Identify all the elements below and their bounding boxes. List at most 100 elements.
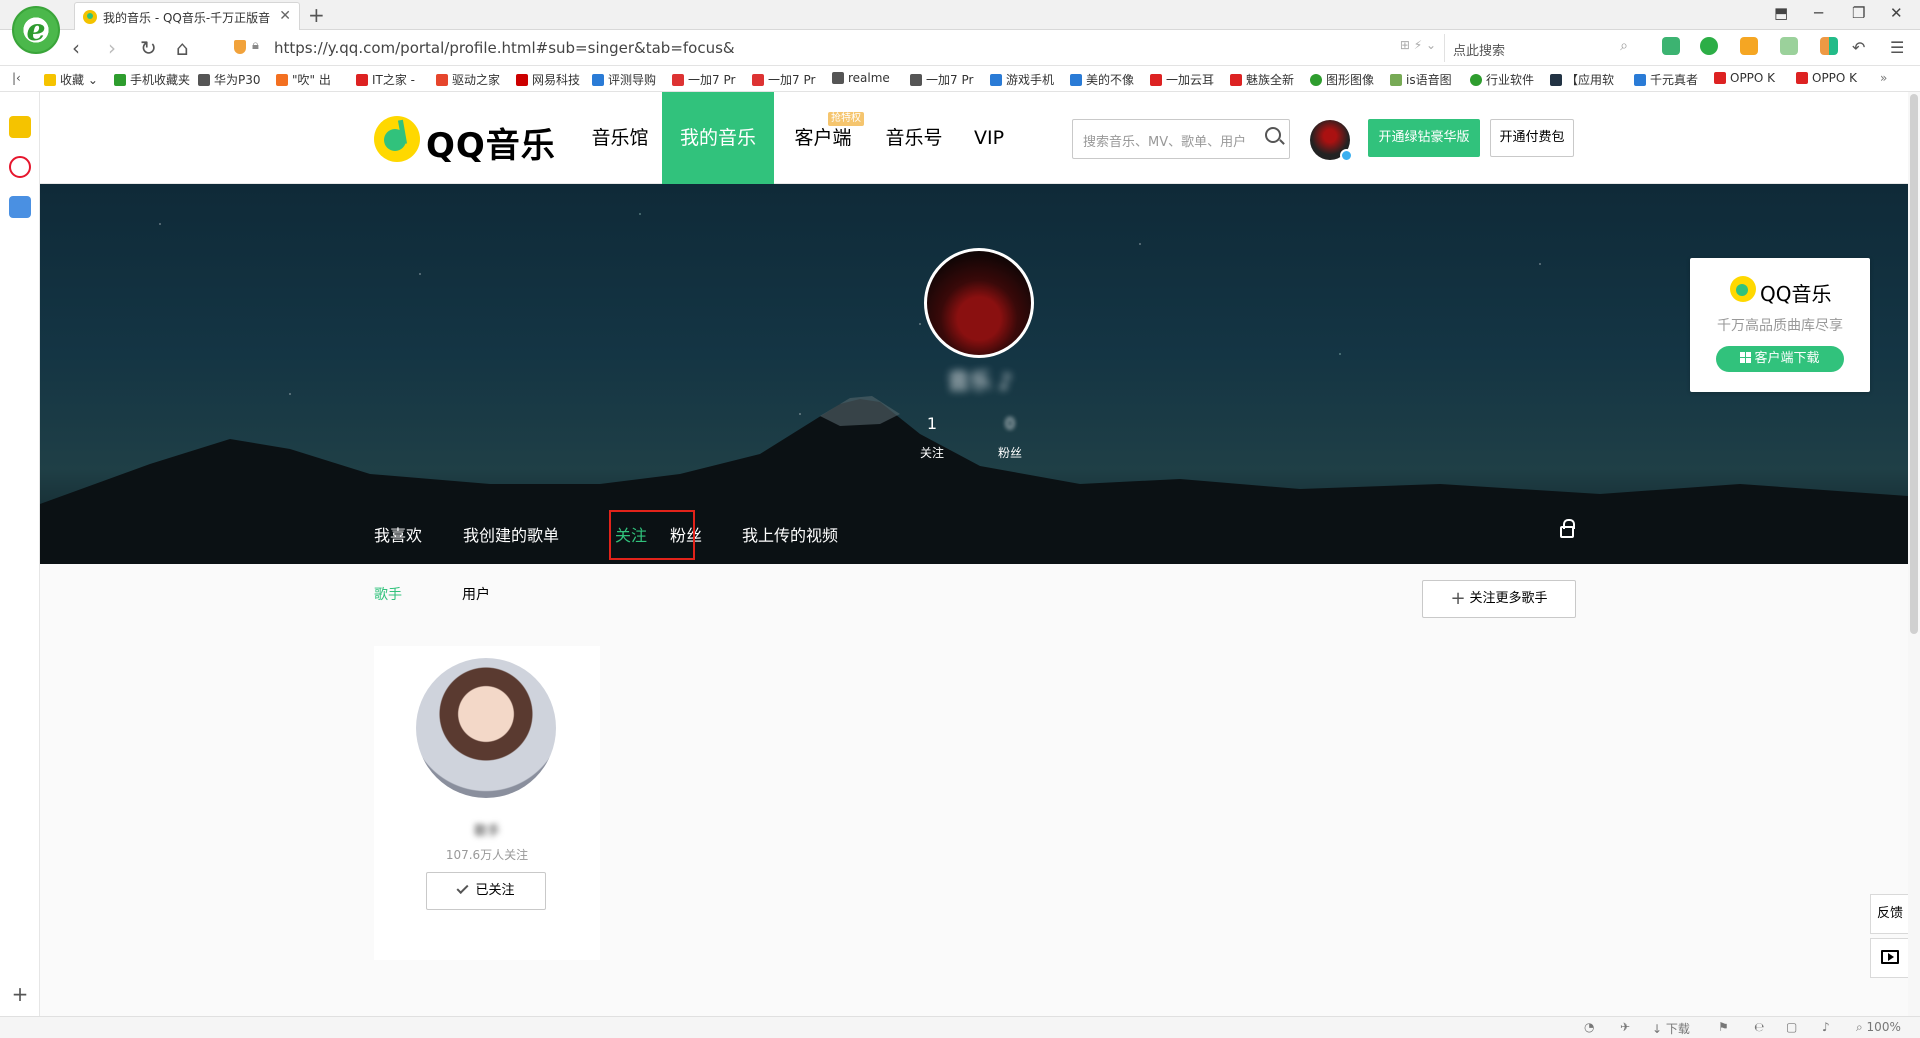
scrollbar-thumb[interactable] bbox=[1910, 94, 1918, 634]
new-tab-icon[interactable]: + bbox=[308, 3, 325, 27]
address-bar[interactable]: 🔒︎ https://y.qq.com/portal/profile.html#… bbox=[226, 35, 1436, 61]
bookmark-item[interactable]: 一加7 Pr bbox=[752, 71, 815, 88]
nav-vip[interactable]: VIP bbox=[964, 92, 1014, 184]
zoom-level[interactable]: ⌕ 100% bbox=[1856, 1020, 1901, 1035]
url-text[interactable]: https://y.qq.com/portal/profile.html#sub… bbox=[274, 39, 735, 57]
site-logo-text[interactable]: QQ音乐 bbox=[426, 118, 556, 167]
fans-label[interactable]: 粉丝 bbox=[990, 444, 1030, 461]
qq-music-logo-icon bbox=[1730, 276, 1756, 302]
refresh-icon[interactable]: ↻ bbox=[140, 36, 157, 60]
profile-banner: 音乐 ♪ 1 关注 0 粉丝 我喜欢 我创建的歌单 关注 粉丝 我上传的视频 bbox=[40, 184, 1908, 564]
address-tools-icon[interactable]: ⊞ ⚡ ⌄ bbox=[1400, 38, 1436, 52]
bookmark-item[interactable]: 评测导购 bbox=[592, 71, 656, 88]
browser-tab[interactable]: 我的音乐 - QQ音乐-千万正版音 ✕ bbox=[74, 2, 300, 30]
following-label[interactable]: 关注 bbox=[912, 444, 952, 461]
add-sidebar-icon[interactable]: + bbox=[9, 984, 31, 1006]
weibo-icon[interactable] bbox=[9, 156, 31, 178]
undo-icon[interactable]: ↶ bbox=[1852, 38, 1865, 57]
bookmark-item[interactable]: is语音图 bbox=[1390, 71, 1452, 88]
profile-avatar[interactable] bbox=[924, 248, 1034, 358]
pin-icon[interactable]: ✈ bbox=[1620, 1020, 1630, 1034]
restore-icon[interactable]: ❐ bbox=[1852, 4, 1865, 22]
bookmark-item[interactable]: 手机收藏夹 bbox=[114, 71, 190, 88]
skin-icon[interactable]: ⬒ bbox=[1774, 4, 1788, 22]
image-extension-icon[interactable] bbox=[1780, 37, 1798, 55]
tab-liked[interactable]: 我喜欢 bbox=[374, 522, 422, 546]
favorites-star-icon[interactable] bbox=[9, 116, 31, 138]
search-icon[interactable] bbox=[1265, 127, 1281, 143]
bookmark-item[interactable]: realme bbox=[832, 71, 890, 85]
bookmark-item[interactable]: 一加7 Pr bbox=[910, 71, 973, 88]
bookmark-item[interactable]: 网易科技 bbox=[516, 71, 580, 88]
follow-more-singers-button[interactable]: + 关注更多歌手 bbox=[1422, 580, 1576, 618]
following-count[interactable]: 1 bbox=[912, 414, 952, 433]
user-avatar[interactable] bbox=[1310, 120, 1353, 162]
bookmark-item[interactable]: 华为P30 bbox=[198, 71, 261, 88]
site-search-input[interactable]: 搜索音乐、MV、歌单、用户 bbox=[1072, 119, 1290, 159]
speed-icon[interactable]: ◔ bbox=[1584, 1020, 1594, 1034]
bookmark-item[interactable]: 驱动之家 bbox=[436, 71, 500, 88]
bookmark-item[interactable]: 行业软件 bbox=[1470, 71, 1534, 88]
browser-search-input[interactable]: 点此搜索 ⌕ bbox=[1444, 34, 1636, 62]
client-download-button[interactable]: 客户端下载 bbox=[1716, 346, 1844, 372]
home-icon[interactable]: ⌂ bbox=[176, 36, 189, 60]
bookmark-item[interactable]: OPPO K bbox=[1714, 71, 1775, 85]
bookmark-item[interactable]: OPPO K bbox=[1796, 71, 1857, 85]
review-extension-icon[interactable] bbox=[1700, 37, 1718, 55]
bookmark-item[interactable]: 游戏手机 bbox=[990, 71, 1054, 88]
bookmark-item[interactable]: IT之家 - bbox=[356, 71, 415, 88]
forward-icon[interactable]: › bbox=[108, 36, 116, 60]
bookmarks-more-icon[interactable]: » bbox=[1880, 71, 1887, 85]
search-icon[interactable]: ⌕ bbox=[1620, 38, 1628, 54]
apps-extension-icon[interactable] bbox=[1820, 37, 1838, 55]
sound-icon[interactable]: ♪ bbox=[1822, 1020, 1830, 1034]
bookmark-label: 一加7 Pr bbox=[688, 73, 736, 87]
feedback-button[interactable]: 反馈 bbox=[1870, 894, 1910, 934]
bookmark-item[interactable]: 收藏 ⌄ bbox=[44, 71, 98, 88]
qq-music-logo-icon[interactable] bbox=[374, 116, 420, 162]
open-paid-pack-button[interactable]: 开通付费包 bbox=[1490, 119, 1574, 157]
bookmark-item[interactable]: 美的不像 bbox=[1070, 71, 1134, 88]
close-tab-icon[interactable]: ✕ bbox=[279, 8, 291, 24]
singer-card[interactable]: 歌手 107.6万人关注 已关注 bbox=[374, 646, 600, 960]
nav-music-hall[interactable]: 音乐馆 bbox=[580, 92, 660, 184]
vertical-scrollbar[interactable] bbox=[1908, 92, 1920, 1016]
flag-icon[interactable]: ⚑ bbox=[1718, 1020, 1729, 1034]
browser-logo-icon[interactable]: e bbox=[12, 6, 60, 54]
window-icon[interactable]: ▢ bbox=[1786, 1020, 1797, 1034]
singer-avatar[interactable] bbox=[416, 658, 556, 798]
followed-button[interactable]: 已关注 bbox=[426, 872, 546, 910]
ie-icon[interactable]: ℮ bbox=[1754, 1020, 1764, 1034]
bookmark-item[interactable]: 【应用软 bbox=[1550, 71, 1614, 88]
bookmarks-collapse-icon[interactable]: |‹ bbox=[12, 71, 21, 85]
bookmark-item[interactable]: 千元真者 bbox=[1634, 71, 1698, 88]
bookmark-item[interactable]: "吹" 出 bbox=[276, 71, 331, 88]
tab-users[interactable]: 用户 bbox=[462, 584, 490, 604]
lock-icon[interactable] bbox=[1560, 519, 1575, 538]
open-green-diamond-button[interactable]: 开通绿钻豪华版 bbox=[1368, 119, 1480, 157]
nav-my-music[interactable]: 我的音乐 bbox=[662, 92, 774, 184]
bookmark-item[interactable]: 图形图像 bbox=[1310, 71, 1374, 88]
menu-icon[interactable]: ☰ bbox=[1890, 38, 1904, 57]
tab-singers[interactable]: 歌手 bbox=[374, 584, 402, 604]
bookmark-label: OPPO K bbox=[1812, 71, 1858, 85]
tab-created-playlists[interactable]: 我创建的歌单 bbox=[463, 522, 559, 546]
shield-extension-icon[interactable] bbox=[1740, 37, 1758, 55]
singer-name[interactable]: 歌手 bbox=[374, 820, 600, 839]
mail-icon[interactable] bbox=[9, 196, 31, 218]
bookmark-item[interactable]: 一加7 Pr bbox=[672, 71, 735, 88]
nav-music-account[interactable]: 音乐号 bbox=[874, 92, 954, 184]
bookmark-label: OPPO K bbox=[1730, 71, 1776, 85]
minimize-icon[interactable]: ─ bbox=[1814, 4, 1823, 22]
client-download-card: QQ音乐 千万高品质曲库尽享 客户端下载 bbox=[1690, 258, 1870, 392]
download-icon[interactable]: ↓ 下载 bbox=[1652, 1020, 1690, 1037]
back-icon[interactable]: ‹ bbox=[72, 36, 80, 60]
player-button[interactable] bbox=[1870, 938, 1910, 978]
fans-count[interactable]: 0 bbox=[990, 414, 1030, 433]
scissors-extension-icon[interactable] bbox=[1662, 37, 1680, 55]
bookmark-item[interactable]: 魅族全新 bbox=[1230, 71, 1294, 88]
bookmark-item[interactable]: 一加云耳 bbox=[1150, 71, 1214, 88]
nav-client[interactable]: 客户端 bbox=[786, 92, 860, 184]
window-close-icon[interactable]: ✕ bbox=[1890, 4, 1903, 22]
tab-uploaded-videos[interactable]: 我上传的视频 bbox=[742, 522, 838, 546]
